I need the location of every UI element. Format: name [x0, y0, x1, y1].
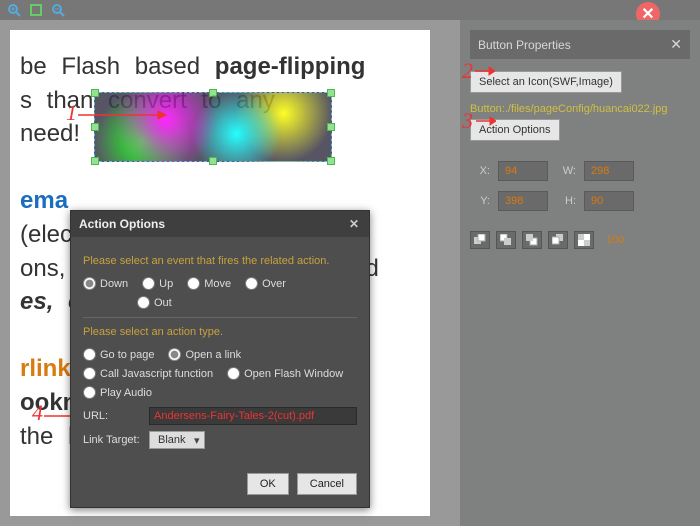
x-input[interactable]: 94: [498, 161, 548, 181]
bring-forward-icon[interactable]: [496, 231, 516, 249]
url-input[interactable]: [149, 407, 357, 425]
radio-down[interactable]: Down: [83, 277, 128, 290]
y-input[interactable]: 398: [498, 191, 548, 211]
annotation-1: 1: [66, 100, 77, 126]
layer-tools: 100: [470, 231, 690, 249]
radio-open-link[interactable]: Open a link: [168, 348, 241, 361]
radio-label: Open Flash Window: [244, 368, 343, 380]
radio-open-flash[interactable]: Open Flash Window: [227, 367, 343, 380]
alpha-value[interactable]: 100: [606, 234, 624, 246]
radio-move[interactable]: Move: [187, 277, 231, 290]
arrow-icon: [476, 114, 496, 128]
resize-handle[interactable]: [209, 89, 217, 97]
radio-label: Out: [154, 297, 172, 309]
radio-label: Move: [204, 278, 231, 290]
radio-goto-page[interactable]: Go to page: [83, 348, 154, 361]
action-options-dialog: Action Options ✕ Please select an event …: [70, 210, 370, 508]
zoom-in-icon[interactable]: [6, 2, 22, 18]
panel-title: Button Properties: [478, 38, 571, 52]
coord-grid: X: 94 W: 298 Y: 398 H: 90: [470, 161, 690, 211]
h-label: H:: [556, 195, 576, 207]
radio-label: Over: [262, 278, 286, 290]
annotation-2: 2: [462, 58, 473, 84]
text-fragment: rlink: [20, 355, 71, 382]
action-radio-group: Go to page Open a link Call Javascript f…: [83, 348, 357, 399]
dialog-close-icon[interactable]: ✕: [347, 217, 361, 231]
radio-label: Go to page: [100, 349, 154, 361]
annotation-4: 4: [32, 400, 43, 426]
resize-handle[interactable]: [327, 89, 335, 97]
w-label: W:: [556, 165, 576, 177]
alpha-icon[interactable]: [574, 231, 594, 249]
target-row: Link Target: Blank: [83, 431, 357, 449]
select-value: Blank: [158, 434, 186, 446]
panel-close-icon[interactable]: ✕: [670, 36, 682, 53]
url-label: URL:: [83, 410, 143, 422]
radio-out[interactable]: Out: [137, 296, 172, 309]
target-label: Link Target:: [83, 434, 143, 446]
button-path: Button:./files/pageConfig/huancai022.jpg: [470, 103, 690, 115]
x-label: X:: [470, 165, 490, 177]
link-target-select[interactable]: Blank: [149, 431, 205, 449]
radio-label: Down: [100, 278, 128, 290]
text-fragment: be Flash based: [20, 53, 215, 80]
cancel-button[interactable]: Cancel: [297, 473, 357, 495]
radio-call-js[interactable]: Call Javascript function: [83, 367, 213, 380]
arrow-icon: [475, 64, 495, 78]
divider: [83, 317, 357, 318]
zoom-original-icon[interactable]: [28, 2, 44, 18]
resize-handle[interactable]: [327, 157, 335, 165]
radio-up[interactable]: Up: [142, 277, 173, 290]
ok-button[interactable]: OK: [247, 473, 289, 495]
zoom-out-icon[interactable]: [50, 2, 66, 18]
button-properties-panel: Button Properties ✕ Select an Icon(SWF,I…: [460, 20, 700, 526]
send-back-icon[interactable]: [548, 231, 568, 249]
dialog-buttons: OK Cancel: [71, 465, 369, 507]
text-fragment: page-flipping: [215, 53, 366, 80]
h-input[interactable]: 90: [584, 191, 634, 211]
topbar: [0, 0, 700, 20]
dialog-body: Please select an event that fires the re…: [71, 237, 369, 465]
main: be Flash based page-flipping s than conv…: [0, 20, 700, 526]
radio-label: Open a link: [185, 349, 241, 361]
w-input[interactable]: 298: [584, 161, 634, 181]
dialog-titlebar[interactable]: Action Options ✕: [71, 211, 369, 237]
selected-button-object[interactable]: [94, 92, 332, 162]
panel-header: Button Properties ✕: [470, 30, 690, 59]
action-hint: Please select an action type.: [83, 326, 357, 338]
send-backward-icon[interactable]: [522, 231, 542, 249]
url-row: URL:: [83, 407, 357, 425]
annotation-3: 3: [462, 108, 473, 134]
event-radio-group: Down Up Move Over Out: [83, 277, 357, 309]
radio-play-audio[interactable]: Play Audio: [83, 386, 152, 399]
resize-handle[interactable]: [327, 123, 335, 131]
radio-label: Play Audio: [100, 387, 152, 399]
y-label: Y:: [470, 195, 490, 207]
radio-label: Up: [159, 278, 173, 290]
radio-over[interactable]: Over: [245, 277, 286, 290]
resize-handle[interactable]: [91, 89, 99, 97]
resize-handle[interactable]: [91, 157, 99, 165]
bring-front-icon[interactable]: [470, 231, 490, 249]
resize-handle[interactable]: [209, 157, 217, 165]
page-area: be Flash based page-flipping s than conv…: [0, 20, 460, 526]
dialog-title: Action Options: [79, 217, 165, 231]
event-hint: Please select an event that fires the re…: [83, 255, 357, 267]
text-fragment: ema: [20, 187, 68, 214]
arrow-icon: [78, 105, 168, 125]
radio-label: Call Javascript function: [100, 368, 213, 380]
